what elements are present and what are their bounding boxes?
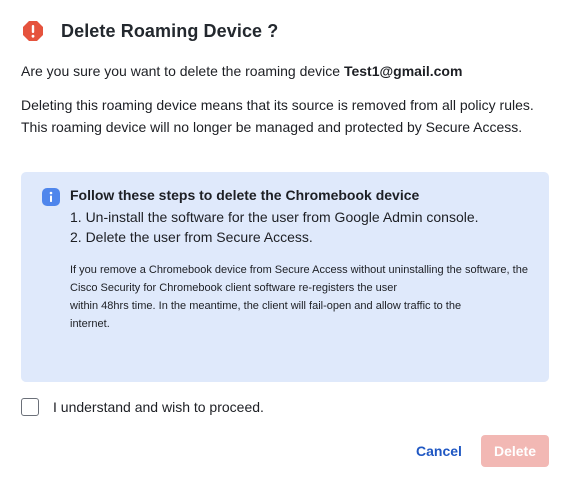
consent-label[interactable]: I understand and wish to proceed. (53, 399, 264, 415)
device-name: Test1@gmail.com (343, 63, 463, 79)
steps-list: 1. Un-install the software for the user … (70, 207, 479, 247)
delete-roaming-device-dialog: Delete Roaming Device ? Are you sure you… (0, 0, 567, 480)
cancel-button[interactable]: Cancel (408, 436, 470, 466)
delete-button[interactable]: Delete (481, 435, 549, 467)
note-line: If you remove a Chromebook device from S… (70, 264, 528, 294)
chromebook-info-box: Follow these steps to delete the Chromeb… (21, 172, 549, 382)
step-item: 1. Un-install the software for the user … (70, 209, 479, 225)
warning-octagon-icon (22, 20, 44, 42)
consent-checkbox[interactable] (21, 398, 39, 416)
chromebook-note: If you remove a Chromebook device from S… (70, 261, 532, 333)
info-title: Follow these steps to delete the Chromeb… (70, 187, 420, 203)
note-line: internet. (70, 318, 110, 330)
consent-row: I understand and wish to proceed. (21, 398, 264, 416)
info-icon (42, 188, 60, 206)
dialog-title: Delete Roaming Device ? (61, 20, 279, 41)
note-line: within 48hrs time. In the meantime, the … (70, 300, 462, 312)
delete-description: Deleting this roaming device means that … (21, 97, 534, 135)
dialog-header: Delete Roaming Device ? (22, 20, 278, 42)
confirm-prefix: Are you sure you want to delete the roam… (21, 63, 341, 79)
confirm-message: Are you sure you want to delete the roam… (21, 63, 462, 79)
step-item: 2. Delete the user from Secure Access. (70, 229, 313, 245)
